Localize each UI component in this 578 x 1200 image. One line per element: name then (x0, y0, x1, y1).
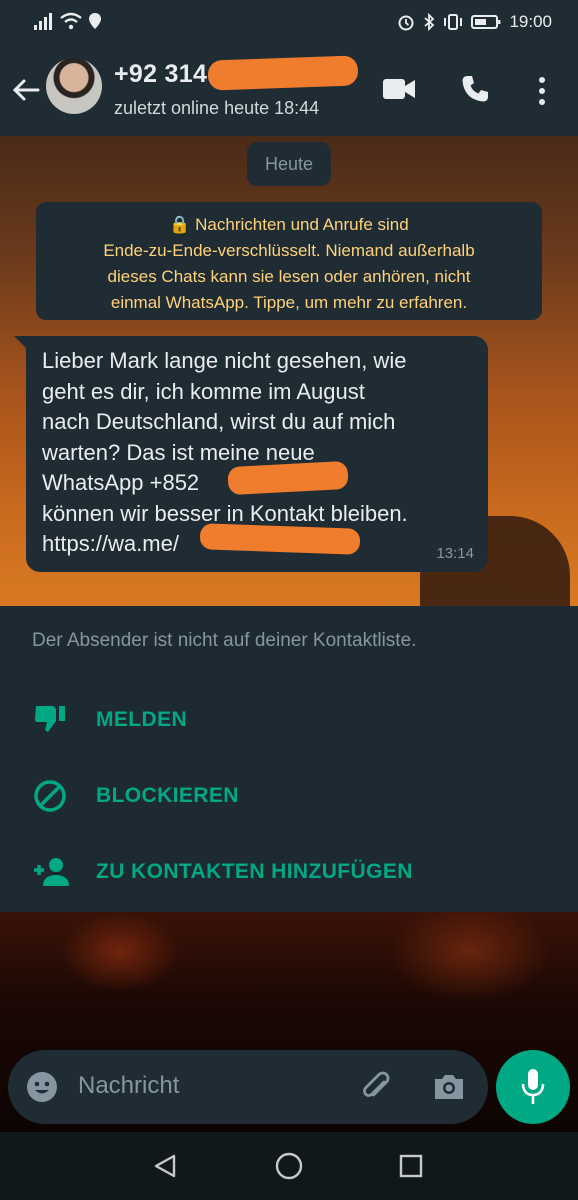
redaction-mark (207, 55, 359, 91)
message-input[interactable]: Nachricht (78, 1072, 179, 1100)
back-arrow-icon[interactable] (10, 74, 42, 106)
add-contact-label: ZU KONTAKTEN HINZUFÜGEN (96, 860, 413, 883)
add-contact-button[interactable]: ZU KONTAKTEN HINZUFÜGEN (0, 844, 578, 900)
signal-icon (34, 13, 52, 30)
attach-icon[interactable] (360, 1070, 396, 1106)
report-button[interactable]: MELDEN (0, 692, 578, 748)
status-time: 19:00 (509, 12, 552, 31)
chat-header: +92 314 zuletzt online heute 18:44 (0, 46, 578, 136)
location-icon (89, 13, 101, 29)
nav-recents-icon[interactable] (398, 1153, 424, 1179)
report-label: MELDEN (96, 708, 188, 731)
message-composer[interactable]: Nachricht (8, 1050, 488, 1124)
block-label: BLOCKIEREN (96, 784, 239, 807)
mic-button[interactable] (496, 1050, 570, 1124)
encryption-notice-text: 🔒 Nachrichten und Anrufe sind Ende-zu-En… (103, 215, 475, 312)
video-call-icon[interactable] (382, 76, 416, 102)
camera-icon[interactable] (432, 1072, 466, 1102)
system-nav-bar (0, 1132, 578, 1200)
alarm-icon (398, 15, 414, 31)
nav-back-icon[interactable] (152, 1153, 178, 1179)
status-bar: 19:00 (0, 0, 578, 46)
add-contact-icon (34, 858, 69, 886)
emoji-icon[interactable] (26, 1071, 58, 1103)
vibrate-icon (444, 14, 463, 30)
avatar[interactable] (46, 58, 102, 114)
wifi-icon (60, 12, 82, 30)
mic-icon (521, 1069, 545, 1104)
thumb-down-icon (35, 706, 65, 732)
contact-number[interactable]: +92 314 (114, 60, 207, 89)
block-button[interactable]: BLOCKIEREN (0, 768, 578, 824)
bluetooth-icon (424, 13, 435, 31)
redaction-mark (199, 523, 361, 555)
battery-icon (471, 15, 501, 29)
message-time: 13:14 (436, 545, 474, 562)
unknown-sender-info: Der Absender ist nicht auf deiner Kontak… (32, 630, 417, 651)
unknown-sender-panel: Der Absender ist nicht auf deiner Kontak… (0, 606, 578, 912)
block-icon (34, 780, 66, 812)
encryption-notice[interactable]: 🔒 Nachrichten und Anrufe sind Ende-zu-En… (36, 202, 542, 320)
voice-call-icon[interactable] (460, 74, 490, 104)
nav-home-icon[interactable] (275, 1152, 303, 1180)
date-chip: Heute (247, 142, 331, 186)
last-seen-status: zuletzt online heute 18:44 (114, 98, 320, 118)
more-vert-icon[interactable] (536, 76, 548, 106)
